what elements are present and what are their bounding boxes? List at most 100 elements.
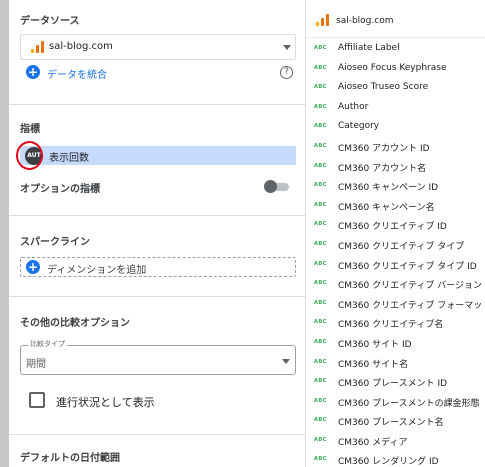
field-name: Affiliate Label: [338, 43, 400, 53]
field-name: Aioseo Truseo Score: [338, 82, 429, 93]
text-type-icon: ABC: [314, 319, 327, 326]
data-source-select[interactable]: sal-blog.com: [20, 34, 296, 60]
field-item[interactable]: ABC CM360 クリエイティブ ID: [306, 215, 485, 235]
field-name: Aioseo Focus Keyphrase: [338, 62, 447, 73]
text-type-icon: ABC: [314, 221, 327, 228]
field-name: CM360 プレースメントの課金形態: [338, 398, 480, 409]
section-divider: [9, 215, 305, 216]
field-list: ABC Affiliate Label ABC Aioseo Focus Keyphr…: [306, 39, 485, 467]
google-analytics-icon: [31, 41, 44, 53]
text-type-icon: ABC: [314, 182, 327, 189]
default-date-heading: デフォルトの日付範囲: [20, 453, 120, 464]
field-name: CM360 サイト名: [338, 359, 409, 370]
field-name: CM360 プレースメント ID: [338, 379, 448, 390]
field-item[interactable]: ABC CM360 プレースメントの課金形態: [306, 392, 485, 412]
add-circle-icon[interactable]: +: [26, 260, 40, 274]
data-source-heading: データソース: [20, 16, 80, 27]
section-divider: [9, 104, 305, 105]
field-name: Author: [338, 101, 369, 112]
field-item[interactable]: ABC CM360 キャンペーン ID: [306, 176, 485, 196]
field-item[interactable]: ABC CM360 クリエイティブ バージョン: [306, 274, 485, 294]
comparison-type-legend: 比較タイプ: [28, 339, 67, 349]
metric-label: 表示回数: [49, 153, 89, 164]
optional-metrics-label: オプションの指標: [20, 184, 100, 195]
text-type-icon: ABC: [314, 358, 327, 365]
show-progress-label[interactable]: 進行状況として表示: [56, 394, 155, 410]
field-item[interactable]: ABC CM360 アカウント名: [306, 157, 485, 177]
field-name: CM360 キャンペーン名: [338, 202, 435, 213]
comparison-type-select[interactable]: [20, 345, 296, 375]
field-name: CM360 クリエイティブ名: [338, 320, 444, 331]
comparison-options-heading: その他の比較オプション: [20, 318, 130, 329]
text-type-icon: ABC: [314, 45, 327, 51]
field-name: CM360 クリエイティブ ID: [338, 222, 447, 233]
field-name: CM360 サイト ID: [338, 339, 412, 350]
field-picker-source: sal-blog.com: [336, 16, 394, 26]
data-source-value: sal-blog.com: [49, 41, 113, 52]
field-item[interactable]: ABC Category: [306, 117, 485, 137]
field-name: CM360 アカウント ID: [338, 143, 430, 154]
text-type-icon: ABC: [314, 378, 327, 385]
field-item[interactable]: ABC CM360 プレースメント名: [306, 411, 485, 431]
field-item[interactable]: ABC CM360 クリエイティブ タイプ: [306, 235, 485, 255]
field-name: Category: [338, 121, 380, 132]
text-type-icon: ABC: [314, 436, 327, 443]
blend-data-link[interactable]: データを統合: [47, 66, 107, 81]
field-item[interactable]: ABC Author: [306, 98, 485, 118]
help-icon[interactable]: ?: [280, 66, 293, 79]
text-type-icon: ABC: [314, 260, 327, 267]
text-type-icon: ABC: [314, 201, 327, 208]
text-type-icon: ABC: [314, 162, 327, 169]
text-type-icon: ABC: [314, 299, 327, 306]
left-gutter: [0, 0, 9, 467]
field-item[interactable]: ABC Aioseo Focus Keyphrase: [306, 59, 485, 79]
toggle-thumb[interactable]: [264, 180, 277, 193]
metrics-heading: 指標: [20, 124, 40, 135]
highlight-annotation: [16, 141, 43, 170]
properties-panel: データソース sal-blog.com + データを統合 ? 指標 AUT 表示…: [9, 0, 305, 467]
sparkline-heading: スパークライン: [20, 237, 90, 248]
field-item[interactable]: ABC CM360 サイト ID: [306, 333, 485, 353]
field-name: CM360 キャンペーン ID: [338, 183, 439, 194]
field-picker-panel: sal-blog.com ABC Affiliate Label ABC Aioseo…: [306, 0, 485, 467]
field-item[interactable]: ABC CM360 クリエイティブ フォーマット: [306, 294, 485, 314]
section-divider: [9, 296, 305, 297]
section-divider: [9, 434, 305, 435]
chevron-down-icon: [283, 45, 291, 50]
field-item[interactable]: ABC CM360 メディア: [306, 431, 485, 451]
text-type-icon: ABC: [314, 84, 327, 91]
field-name: CM360 アカウント名: [338, 163, 427, 174]
text-type-icon: ABC: [314, 280, 327, 287]
field-item[interactable]: ABC CM360 キャンペーン名: [306, 196, 485, 216]
field-item[interactable]: ABC CM360 レンダリング ID: [306, 450, 485, 467]
text-type-icon: ABC: [314, 456, 327, 463]
field-item[interactable]: ABC CM360 アカウント ID: [306, 137, 485, 157]
text-type-icon: ABC: [314, 142, 327, 149]
add-circle-icon[interactable]: +: [26, 65, 40, 79]
chevron-down-icon: [282, 359, 290, 364]
field-name: CM360 クリエイティブ バージョン: [338, 281, 483, 292]
text-type-icon: ABC: [314, 338, 327, 345]
field-name: CM360 クリエイティブ タイプ ID: [338, 261, 477, 272]
field-name: CM360 プレースメント名: [338, 418, 444, 429]
field-item[interactable]: ABC CM360 クリエイティブ タイプ ID: [306, 255, 485, 275]
field-name: CM360 メディア: [338, 437, 408, 448]
text-type-icon: ABC: [314, 240, 327, 247]
text-type-icon: ABC: [314, 397, 327, 404]
field-item[interactable]: ABC CM360 サイト名: [306, 353, 485, 373]
field-name: CM360 クリエイティブ タイプ: [338, 241, 465, 252]
field-picker-header: sal-blog.com: [306, 0, 485, 38]
field-name: CM360 クリエイティブ フォーマット: [338, 300, 485, 311]
field-item[interactable]: ABC Aioseo Truseo Score: [306, 78, 485, 98]
add-dimension-label[interactable]: ディメンションを追加: [47, 261, 146, 276]
show-progress-checkbox[interactable]: [29, 392, 45, 408]
field-item[interactable]: ABC CM360 クリエイティブ名: [306, 313, 485, 333]
text-type-icon: ABC: [314, 417, 327, 424]
field-item[interactable]: ABC CM360 プレースメント ID: [306, 372, 485, 392]
comparison-type-value: 期間: [26, 359, 46, 370]
text-type-icon: ABC: [314, 123, 327, 130]
field-item[interactable]: ABC Affiliate Label: [306, 39, 485, 59]
text-type-icon: ABC: [314, 103, 327, 110]
field-name: CM360 レンダリング ID: [338, 457, 439, 467]
google-analytics-icon: [316, 14, 329, 26]
